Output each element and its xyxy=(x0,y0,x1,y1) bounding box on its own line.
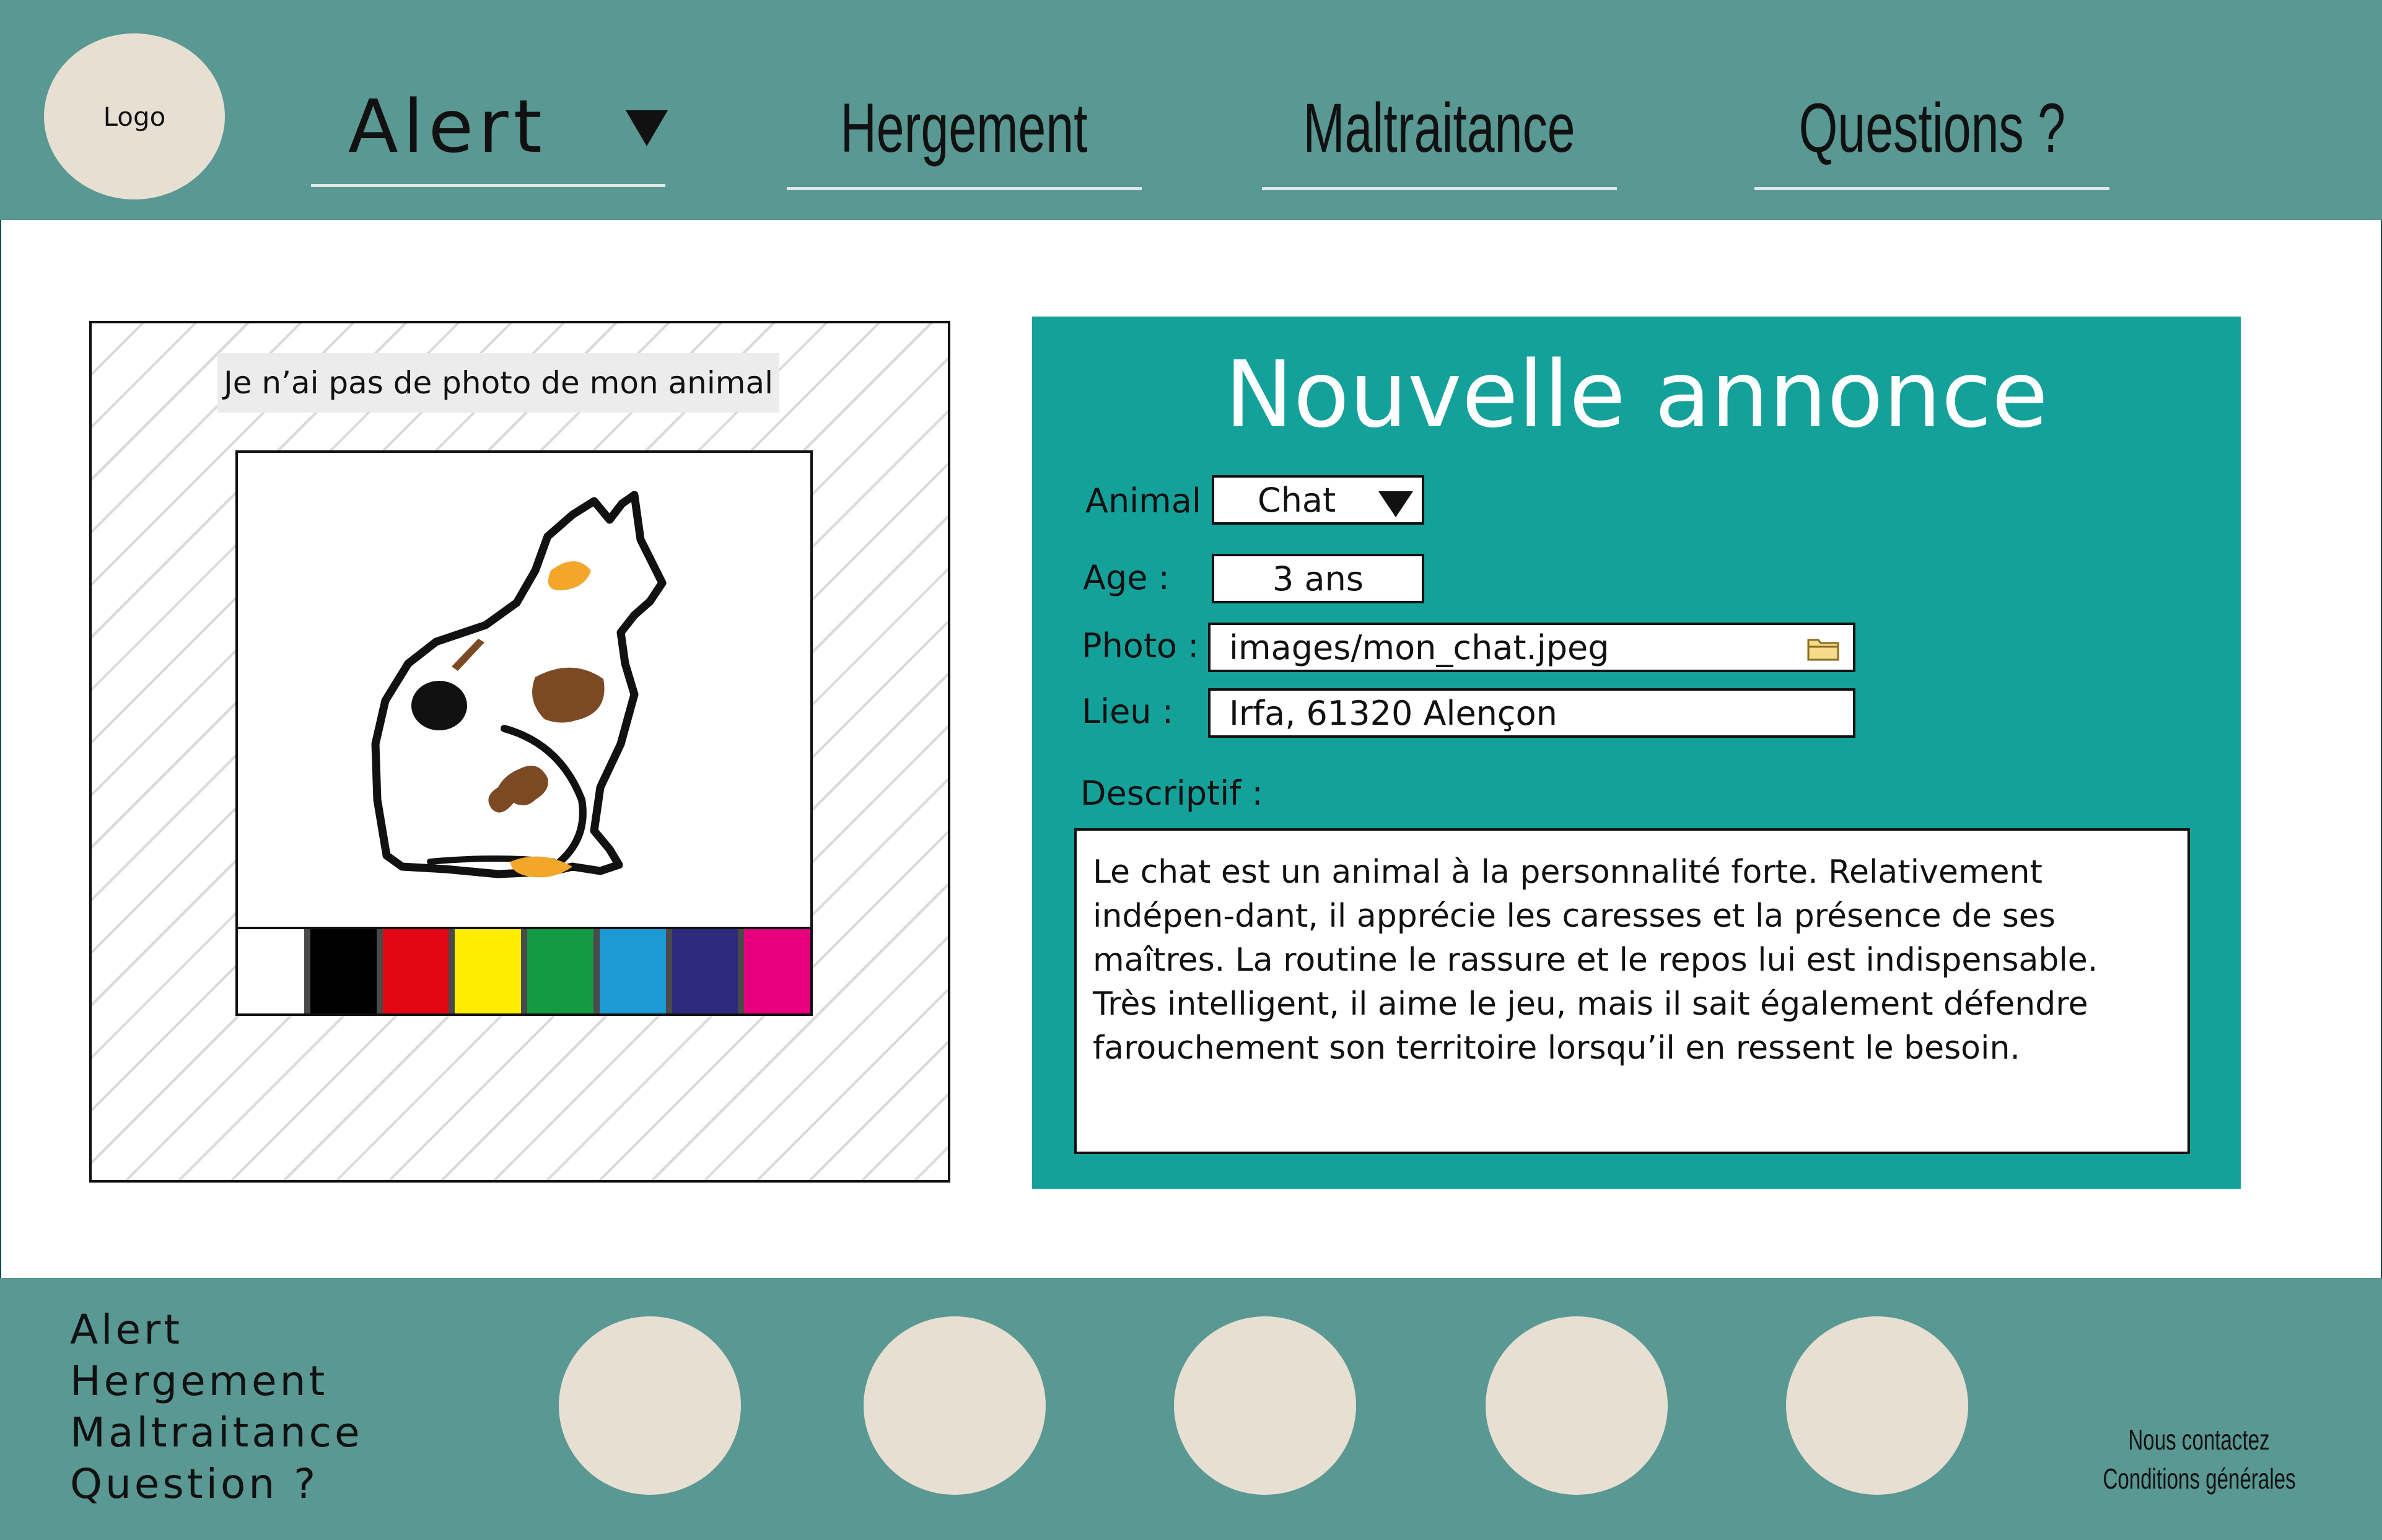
lieu-input[interactable]: Irfa, 61320 Alençon xyxy=(1208,688,1855,738)
descriptif-value: Le chat est un animal à la personnalité … xyxy=(1093,854,2098,1067)
color-swatch[interactable] xyxy=(310,929,383,1013)
footer-link-alert[interactable]: Alert xyxy=(70,1304,363,1355)
color-swatch[interactable] xyxy=(382,929,455,1013)
color-swatch[interactable] xyxy=(672,929,745,1013)
contact-link[interactable]: Nous contactez xyxy=(2129,1420,2270,1459)
photo-preview xyxy=(235,450,813,1016)
photo-label: Photo : xyxy=(1082,626,1199,665)
footer-placeholder-circle[interactable] xyxy=(1174,1316,1356,1495)
footer-placeholder-circle[interactable] xyxy=(1786,1316,1968,1495)
descriptif-textarea[interactable]: Le chat est un animal à la personnalité … xyxy=(1074,828,2190,1154)
color-swatch[interactable] xyxy=(527,929,600,1013)
age-input[interactable]: 3 ans xyxy=(1212,554,1424,603)
footer-placeholder-circle[interactable] xyxy=(1486,1316,1668,1495)
lieu-label: Lieu : xyxy=(1082,692,1173,731)
form-title: Nouvelle annonce xyxy=(1224,341,2049,448)
folder-icon[interactable] xyxy=(1807,636,1839,661)
chevron-down-icon xyxy=(626,110,668,146)
nav-questions-label: Questions ? xyxy=(1798,89,2065,167)
color-palette xyxy=(238,927,810,1013)
nav-alert-label: Alert xyxy=(348,83,547,169)
animal-label: Animal : xyxy=(1085,481,1224,520)
nav-maltraitance-label: Maltraitance xyxy=(1303,89,1576,167)
age-label: Age : xyxy=(1083,558,1170,597)
footer-links: Alert Hergement Maltraitance Question ? xyxy=(70,1304,363,1510)
photo-file-input[interactable]: images/mon_chat.jpeg xyxy=(1208,623,1855,672)
no-photo-button[interactable]: Je n’ai pas de photo de mon animal xyxy=(217,353,779,413)
animal-select-value: Chat xyxy=(1258,480,1336,520)
footer-info: Nous contactez Conditions générales xyxy=(2026,1420,2373,1498)
color-swatch[interactable] xyxy=(744,929,810,1013)
nav-alert-dropdown[interactable]: Alert xyxy=(311,68,668,187)
age-input-value: 3 ans xyxy=(1272,559,1364,598)
footer-link-question[interactable]: Question ? xyxy=(70,1458,363,1510)
nav-hergement[interactable]: Hergement xyxy=(787,68,1142,190)
new-listing-form: Nouvelle annonce Animal : Chat Age : 3 a… xyxy=(1032,317,2241,1189)
footer-link-hergement[interactable]: Hergement xyxy=(70,1355,363,1407)
footer-link-maltraitance[interactable]: Maltraitance xyxy=(70,1407,363,1458)
logo[interactable]: Logo xyxy=(44,33,225,199)
cat-outline xyxy=(371,491,667,878)
animal-select[interactable]: Chat xyxy=(1212,475,1424,525)
color-swatch[interactable] xyxy=(599,929,672,1013)
footer-placeholder-circle[interactable] xyxy=(559,1316,741,1495)
cat-illustration xyxy=(238,453,810,927)
color-swatch[interactable] xyxy=(238,929,310,1013)
footer: Alert Hergement Maltraitance Question ? … xyxy=(0,1278,2382,1540)
terms-link[interactable]: Conditions générales xyxy=(2103,1459,2295,1498)
color-swatch[interactable] xyxy=(455,929,527,1013)
nav-questions[interactable]: Questions ? xyxy=(1754,68,2109,190)
lieu-input-value: Irfa, 61320 Alençon xyxy=(1229,693,1557,733)
header: Logo Alert Hergement Maltraitance Questi… xyxy=(0,0,2382,220)
footer-placeholder-circle[interactable] xyxy=(864,1316,1046,1495)
photo-file-value: images/mon_chat.jpeg xyxy=(1229,628,1609,667)
nav-hergement-label: Hergement xyxy=(841,89,1088,167)
chevron-down-icon xyxy=(1378,491,1413,517)
photo-panel: Je n’ai pas de photo de mon animal xyxy=(89,321,950,1183)
descriptif-label: Descriptif : xyxy=(1080,774,1263,813)
nav-maltraitance[interactable]: Maltraitance xyxy=(1262,68,1617,190)
